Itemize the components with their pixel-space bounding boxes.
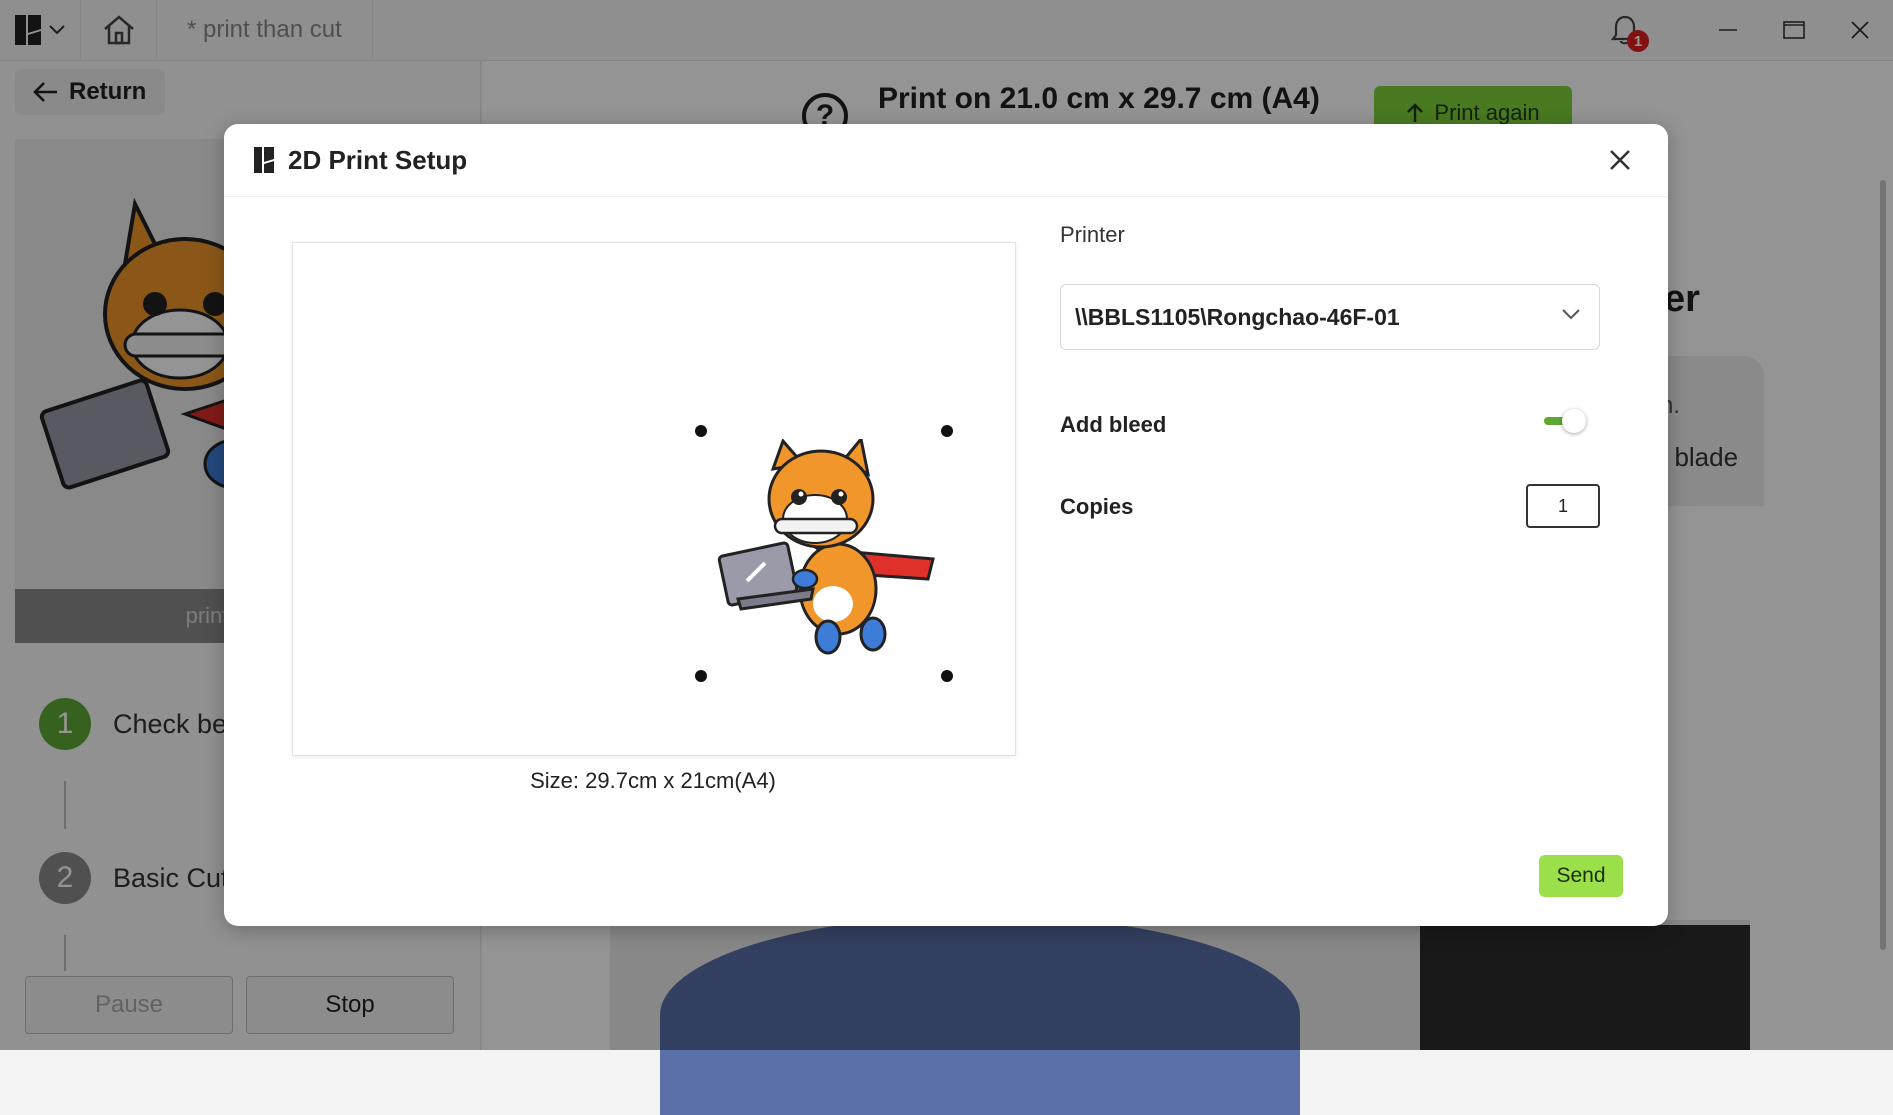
printer-label: Printer (1060, 222, 1125, 247)
copies-input[interactable]: 1 (1526, 484, 1600, 528)
close-icon (1610, 150, 1630, 170)
registration-mark (695, 670, 707, 682)
chevron-down-icon (1562, 309, 1580, 320)
add-bleed-label: Add bleed (1060, 412, 1167, 437)
send-button[interactable]: Send (1539, 855, 1623, 897)
registration-mark (941, 670, 953, 682)
print-preview-canvas (292, 242, 1016, 756)
print-setup-dialog: 2D Print Setup Size: 29.7cm x 21cm(A4) P… (224, 124, 1668, 926)
registration-mark (695, 425, 707, 437)
dialog-header: 2D Print Setup (224, 124, 1668, 197)
dialog-title: 2D Print Setup (288, 144, 468, 175)
printer-select-value: \\BBLS1105\Rongchao-46F-01 (1075, 303, 1400, 330)
app-logo-icon (254, 147, 274, 173)
registration-mark (941, 425, 953, 437)
toggle-knob (1562, 409, 1586, 433)
add-bleed-toggle[interactable] (1542, 406, 1590, 436)
shiba-sticker-image[interactable] (703, 439, 943, 659)
copies-label: Copies (1060, 494, 1134, 519)
printer-select[interactable]: \\BBLS1105\Rongchao-46F-01 (1060, 284, 1600, 350)
size-label: Size: 29.7cm x 21cm(A4) (530, 768, 776, 793)
dialog-close-button[interactable] (1602, 142, 1638, 178)
